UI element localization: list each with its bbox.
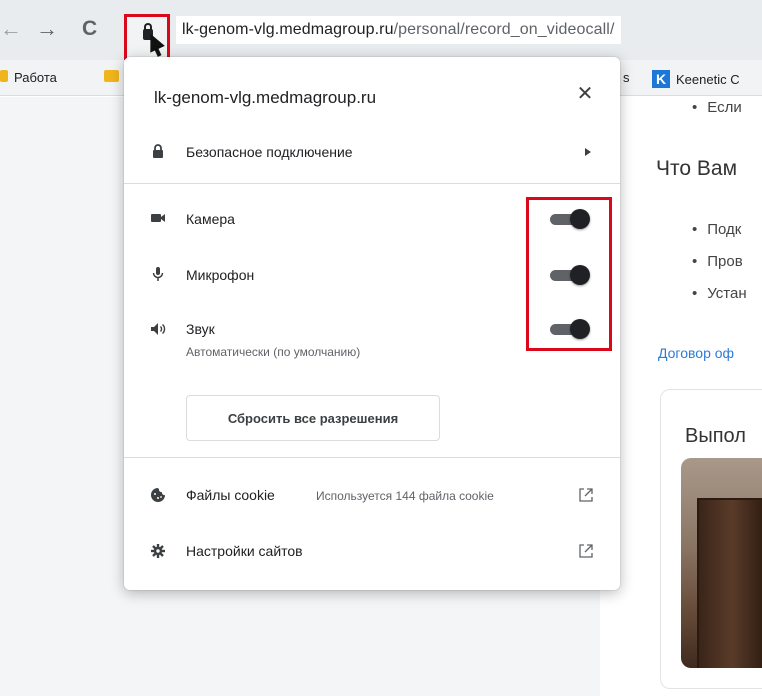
permission-camera-row: Камера <box>124 203 620 233</box>
forward-button[interactable]: → <box>36 18 58 40</box>
page-content: Если Что Вам Подк Пров Устан Договор оф … <box>600 97 762 696</box>
cookies-row[interactable]: Файлы cookie Используется 144 файла cook… <box>124 481 620 511</box>
content-card: Выпол <box>660 389 762 689</box>
url-host: lk-genom-vlg.medmagroup.ru <box>182 21 394 38</box>
camera-toggle[interactable] <box>548 209 592 229</box>
folder-icon <box>0 70 8 82</box>
bookmark-partial[interactable]: s <box>623 70 630 85</box>
permission-label: Камера <box>186 211 235 227</box>
bookmark-label: Работа <box>14 70 57 85</box>
reload-button[interactable]: C <box>82 18 97 39</box>
list-item: Подк <box>692 221 741 238</box>
close-button[interactable]: ✕ <box>572 81 598 107</box>
browser-toolbar: ← → C lk-genom-vlg.medmagroup.ru/persona… <box>0 0 762 64</box>
toggle-knob <box>570 265 590 285</box>
chevron-right-icon <box>585 148 591 156</box>
list-item: Устан <box>692 285 746 302</box>
contract-link[interactable]: Договор оф <box>658 345 734 361</box>
permission-sublabel: Автоматически (по умолчанию) <box>186 345 361 359</box>
site-settings-label: Настройки сайтов <box>186 543 303 559</box>
permission-sound-row: Звук Автоматически (по умолчанию) <box>124 315 620 371</box>
site-settings-row[interactable]: Настройки сайтов <box>124 537 620 567</box>
bookmark-rabota[interactable]: Работа <box>14 70 57 85</box>
secure-connection-row[interactable]: Безопасное подключение <box>124 137 620 167</box>
reset-permissions-button[interactable]: Сбросить все разрешения <box>186 395 440 441</box>
card-title: Выпол <box>685 425 746 447</box>
folder-icon <box>104 70 119 82</box>
cookie-icon <box>151 488 165 502</box>
keenetic-logo: K <box>652 70 670 88</box>
section-heading: Что Вам <box>656 157 738 180</box>
microphone-toggle[interactable] <box>548 265 592 285</box>
address-bar[interactable]: lk-genom-vlg.medmagroup.ru/personal/reco… <box>124 14 762 64</box>
cookies-detail: Используется 144 файла cookie <box>316 489 494 503</box>
permission-label: Микрофон <box>186 267 255 283</box>
secure-connection-label: Безопасное подключение <box>186 144 353 160</box>
bookmark-label: s <box>623 70 630 85</box>
bookmark-folder-partial[interactable] <box>0 70 8 82</box>
toggle-knob <box>570 209 590 229</box>
divider <box>124 183 620 184</box>
card-photo <box>681 458 762 668</box>
speaker-icon <box>151 323 166 335</box>
external-link-icon <box>579 544 593 558</box>
list-item: Если <box>692 99 741 116</box>
sound-toggle[interactable] <box>548 319 592 339</box>
bookmark-keenetic[interactable]: K Keenetic C <box>652 70 740 88</box>
permission-microphone-row: Микрофон <box>124 259 620 289</box>
lock-icon <box>153 144 163 158</box>
camera-icon <box>151 214 165 222</box>
divider <box>124 457 620 458</box>
gear-icon <box>151 544 165 558</box>
external-link-icon <box>579 488 593 502</box>
bookmark-folder[interactable] <box>104 70 119 82</box>
popup-title: lk-genom-vlg.medmagroup.ru <box>154 88 377 107</box>
url-path: /personal/record_on_videocall/ <box>393 21 615 38</box>
cookies-label: Файлы cookie <box>186 487 275 503</box>
list-item: Пров <box>692 253 742 270</box>
permission-label: Звук <box>186 321 215 337</box>
url-text[interactable]: lk-genom-vlg.medmagroup.ru/personal/reco… <box>176 16 621 44</box>
microphone-icon <box>152 267 164 281</box>
site-info-popup: lk-genom-vlg.medmagroup.ru ✕ Безопасное … <box>124 57 620 590</box>
bookmark-label: Keenetic C <box>676 71 740 87</box>
toggle-knob <box>570 319 590 339</box>
back-button[interactable]: ← <box>0 18 22 40</box>
